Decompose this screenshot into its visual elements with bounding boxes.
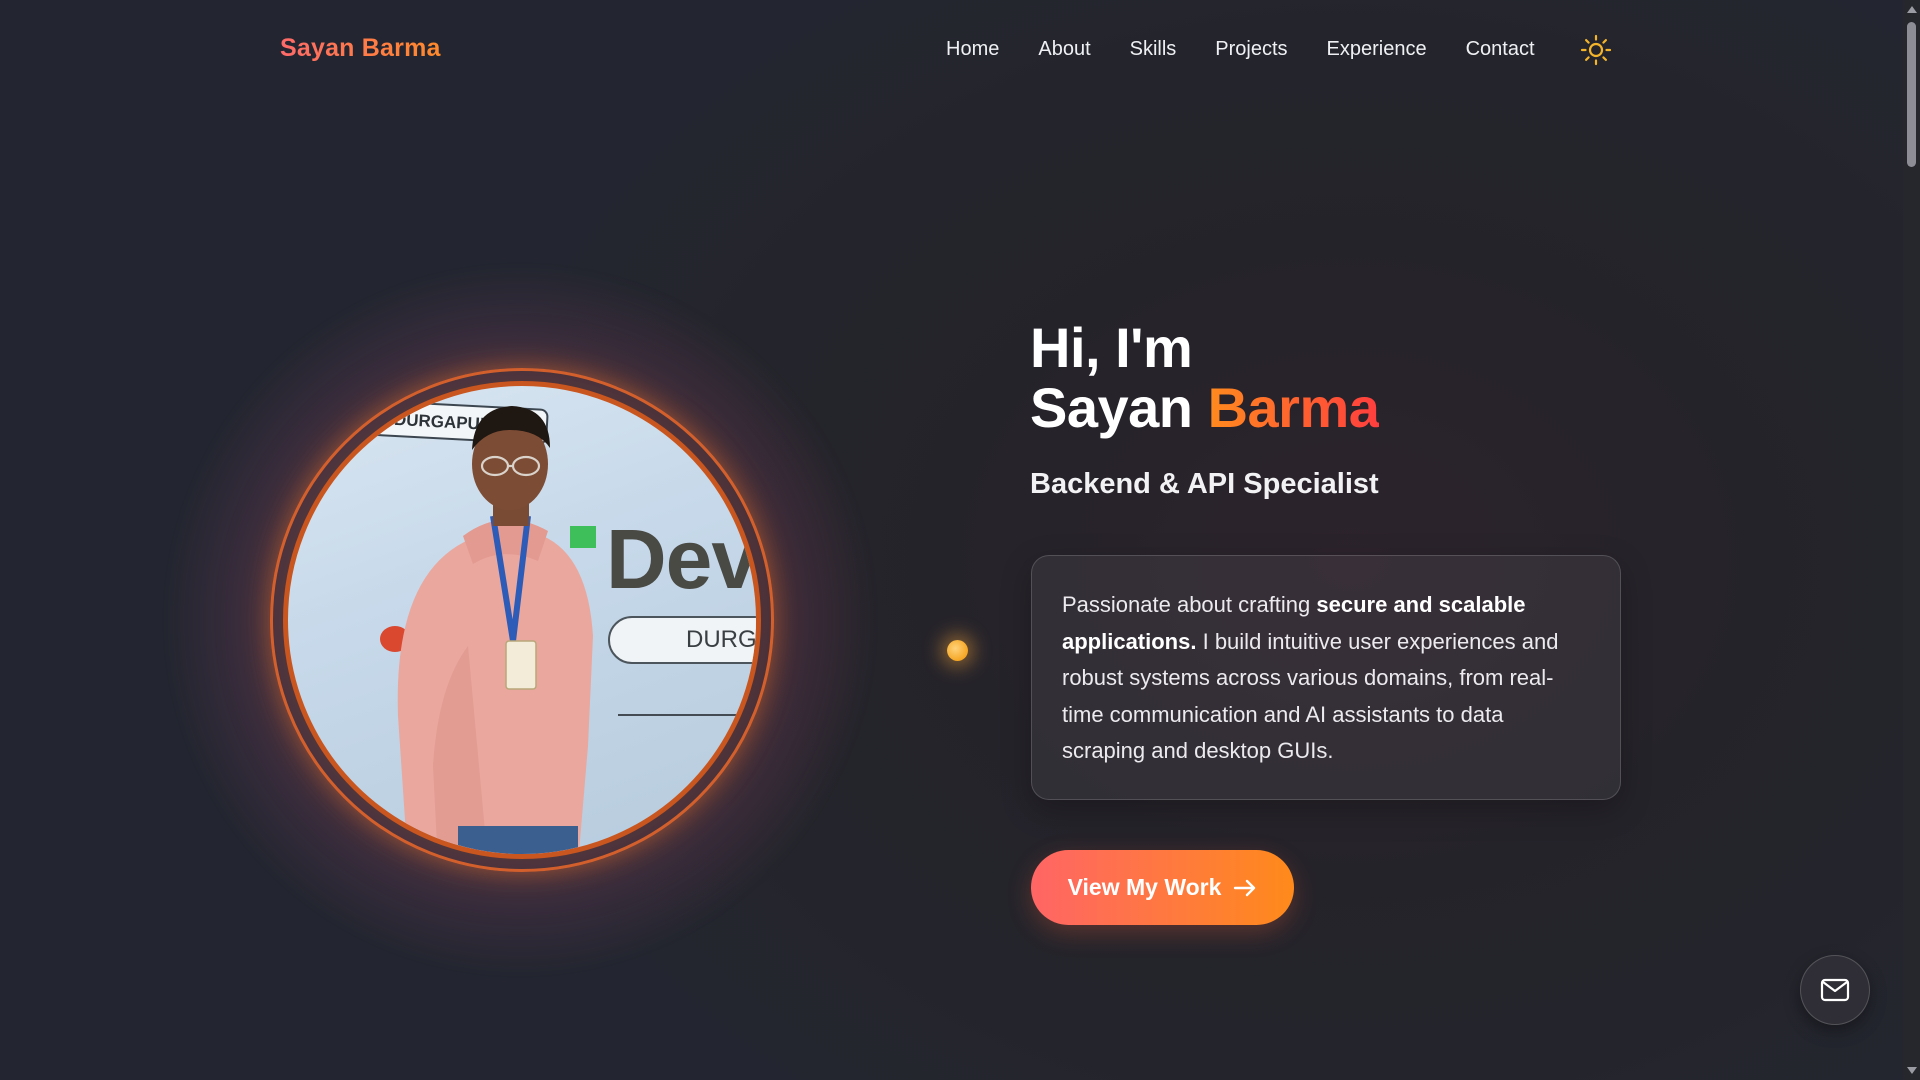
decorative-orb — [947, 640, 968, 661]
hero-last-name: Barma — [1207, 376, 1380, 439]
intro-lead: Passionate about crafting — [1062, 592, 1317, 617]
scroll-down-arrow-icon[interactable] — [1907, 1067, 1917, 1074]
page-scrollbar[interactable] — [1903, 0, 1920, 1080]
hero-first-name: Sayan — [1030, 376, 1193, 439]
nav-item-skills[interactable]: Skills — [1130, 38, 1177, 61]
intro-card: Passionate about crafting secure and sca… — [1031, 555, 1621, 800]
view-my-work-button[interactable]: View My Work — [1031, 850, 1294, 925]
intro-text: Passionate about crafting secure and sca… — [1062, 587, 1590, 770]
nav-item-projects[interactable]: Projects — [1215, 38, 1287, 61]
main-nav: Home About Skills Projects Experience Co… — [946, 38, 1535, 61]
nav-item-contact[interactable]: Contact — [1466, 38, 1535, 61]
person-figure — [397, 406, 593, 854]
arrow-right-icon — [1234, 879, 1256, 896]
sun-icon — [1580, 34, 1612, 66]
profile-photo: G DURGAPUR Dev DURG — [283, 381, 761, 859]
hero-role: Backend & API Specialist — [1030, 468, 1379, 500]
nav-item-home[interactable]: Home — [946, 38, 999, 61]
cta-label: View My Work — [1067, 874, 1222, 900]
mail-icon — [1820, 978, 1850, 1002]
hero-greeting: Hi, I'm — [1030, 316, 1193, 379]
scroll-thumb[interactable] — [1907, 22, 1916, 167]
brand-logo[interactable]: Sayan Barma — [280, 34, 441, 63]
nav-item-about[interactable]: About — [1038, 38, 1090, 61]
hero-name: Sayan Barma — [1030, 376, 1380, 439]
nav-item-experience[interactable]: Experience — [1327, 38, 1427, 61]
contact-mail-button[interactable] — [1800, 955, 1870, 1025]
scroll-up-arrow-icon[interactable] — [1907, 6, 1917, 13]
theme-toggle-button[interactable] — [1580, 34, 1612, 66]
